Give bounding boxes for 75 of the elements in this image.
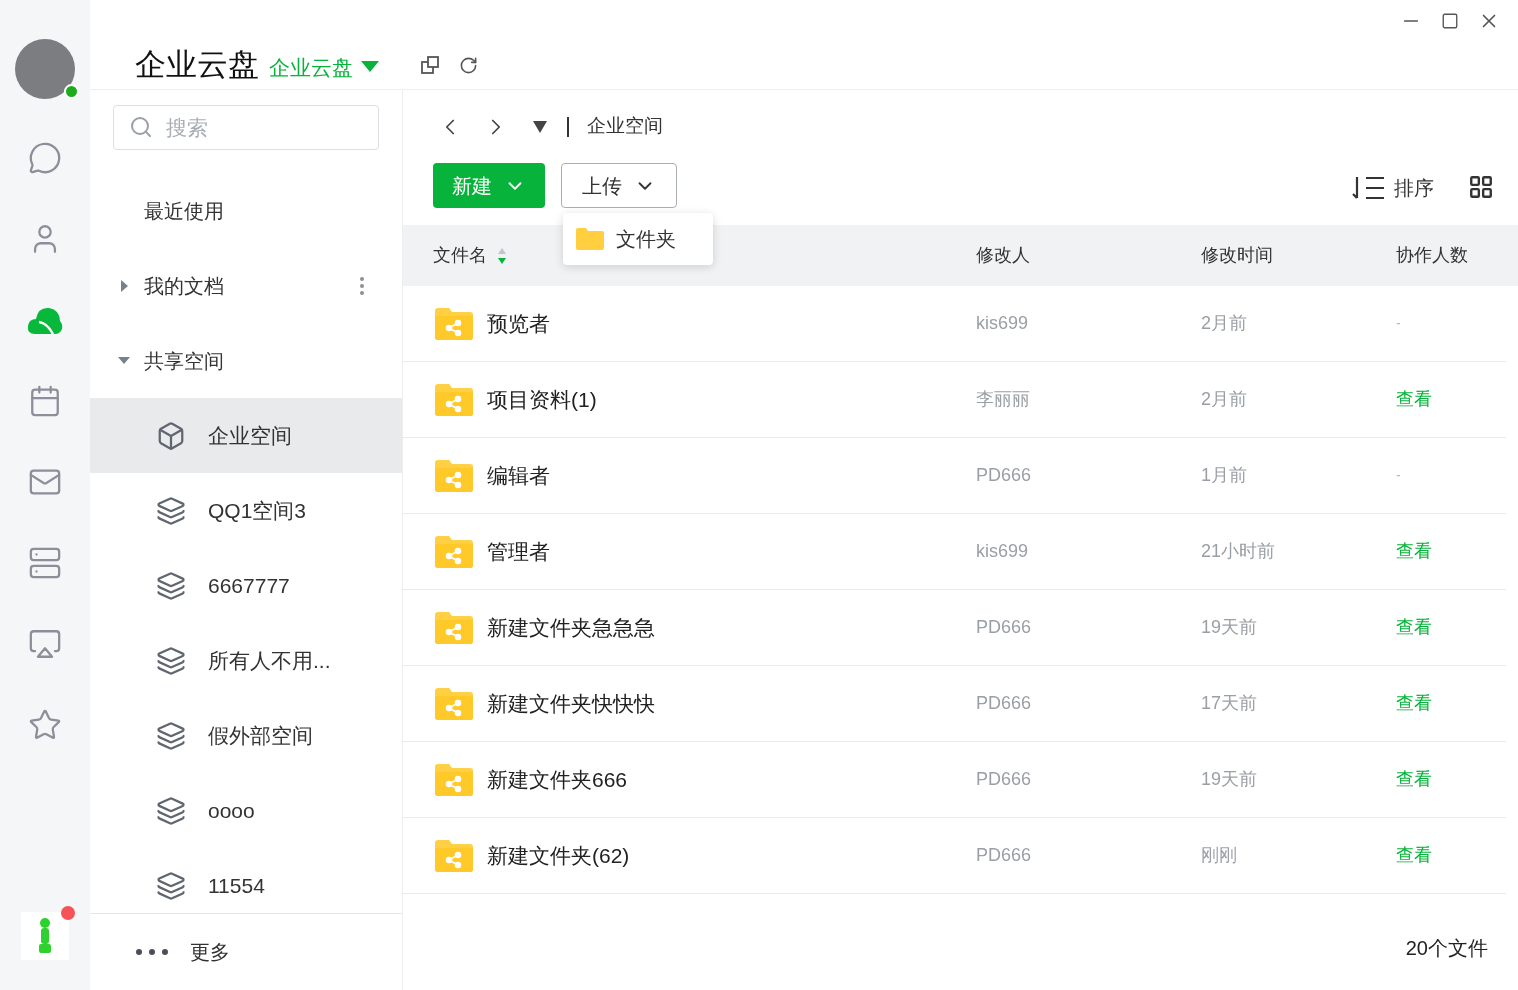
- shared-folder-icon: [435, 611, 473, 644]
- modifier-cell-text: PD666: [976, 464, 1033, 487]
- collaborator-count-cell-text: -: [1396, 314, 1401, 333]
- file-name[interactable]: 新建文件夹(62): [487, 839, 630, 872]
- shared-folder-icon: [435, 687, 473, 720]
- breadcrumb[interactable]: 企业空间: [587, 112, 663, 141]
- file-name[interactable]: 新建文件夹666: [487, 763, 628, 796]
- sidebar-item[interactable]: 共享空间: [144, 345, 224, 376]
- shared-folder-icon: [435, 307, 473, 340]
- sidebar-item[interactable]: 我的文档: [144, 270, 224, 301]
- file-name[interactable]: 项目资料(1): [487, 383, 597, 416]
- layers-icon: [156, 570, 186, 601]
- modified-time-cell-text: 2月前: [1201, 312, 1248, 335]
- space-item[interactable]: 11554: [90, 848, 402, 913]
- modified-time-cell-text: 刚刚: [1201, 844, 1238, 867]
- layers-icon: [156, 645, 186, 676]
- file-name[interactable]: 新建文件夹急急急: [487, 611, 655, 644]
- shared-folder-icon: [435, 763, 473, 796]
- collaborator-count-cell-text: -: [1396, 466, 1401, 485]
- column-header[interactable]: 修改人: [976, 242, 1030, 269]
- refresh-icon[interactable]: [459, 55, 478, 75]
- modified-time-cell-text: 19天前: [1201, 616, 1259, 639]
- space-item[interactable]: 6667777: [90, 548, 402, 623]
- shared-folder-icon: [435, 459, 473, 492]
- popout-icon[interactable]: [421, 56, 439, 75]
- upload-button[interactable]: 上传: [561, 163, 677, 208]
- modified-time-cell-text: 21小时前: [1201, 540, 1277, 563]
- sort-list-icon[interactable]: [1352, 175, 1386, 201]
- mascot-app-icon[interactable]: [21, 912, 69, 960]
- avatar-photo-placeholder[interactable]: [15, 39, 75, 99]
- modified-time-cell-text: 19天前: [1201, 768, 1259, 791]
- modified-time-cell-text: 17天前: [1201, 692, 1259, 715]
- layers-icon: [156, 720, 186, 751]
- column-header[interactable]: 协作人数: [1396, 242, 1468, 269]
- caret-icon[interactable]: [361, 61, 379, 74]
- folder-icon: [576, 228, 604, 250]
- file-name[interactable]: 新建文件夹快快快: [487, 687, 655, 720]
- file-count: 20个文件: [1405, 936, 1488, 961]
- modifier-cell-text: PD666: [976, 768, 1033, 791]
- modified-time-cell-text: 1月前: [1201, 464, 1248, 487]
- modified-time-cell-text: 2月前: [1201, 388, 1248, 411]
- column-header[interactable]: 修改时间: [1201, 242, 1273, 269]
- modifier-cell-text: kis699: [976, 540, 1030, 563]
- file-name[interactable]: 预览者: [487, 307, 550, 340]
- layers-icon: [156, 795, 186, 826]
- modifier-cell-text: PD666: [976, 844, 1033, 867]
- disclosure-triangle-icon[interactable]: [118, 279, 130, 292]
- layers-icon: [156, 495, 186, 526]
- cube-icon: [156, 420, 186, 451]
- menu-item[interactable]: 文件夹: [563, 221, 713, 257]
- space-item[interactable]: 假外部空间: [90, 698, 402, 773]
- column-header[interactable]: 文件名: [433, 242, 487, 269]
- file-name[interactable]: 管理者: [487, 535, 550, 568]
- sort-button[interactable]: 排序: [1352, 173, 1434, 203]
- ellipsis-icon: [136, 949, 168, 955]
- space-item[interactable]: oooo: [90, 773, 402, 848]
- more-button[interactable]: 更多: [90, 913, 402, 990]
- modifier-cell-text: PD666: [976, 616, 1033, 639]
- search-field[interactable]: 搜索: [113, 105, 379, 150]
- modifier-cell-text: kis699: [976, 312, 1030, 335]
- search-icon: [129, 115, 153, 139]
- modifier-cell-text: PD666: [976, 692, 1033, 715]
- layers-icon: [156, 870, 186, 901]
- grid-view-icon[interactable]: [1468, 174, 1494, 200]
- shared-folder-icon: [435, 535, 473, 568]
- shared-folder-icon: [435, 383, 473, 416]
- history-dropdown-icon[interactable]: [533, 120, 547, 133]
- app-title: 企业云盘: [135, 46, 259, 84]
- shared-folder-icon: [435, 839, 473, 872]
- space-item[interactable]: 所有人不用...: [90, 623, 402, 698]
- modifier-cell-text: 李丽丽: [976, 388, 1031, 411]
- space-item[interactable]: 企业空间: [90, 398, 402, 473]
- sidebar-item[interactable]: 最近使用: [144, 195, 224, 226]
- space-item[interactable]: QQ1空间3: [90, 473, 402, 548]
- file-name[interactable]: 编辑者: [487, 459, 550, 492]
